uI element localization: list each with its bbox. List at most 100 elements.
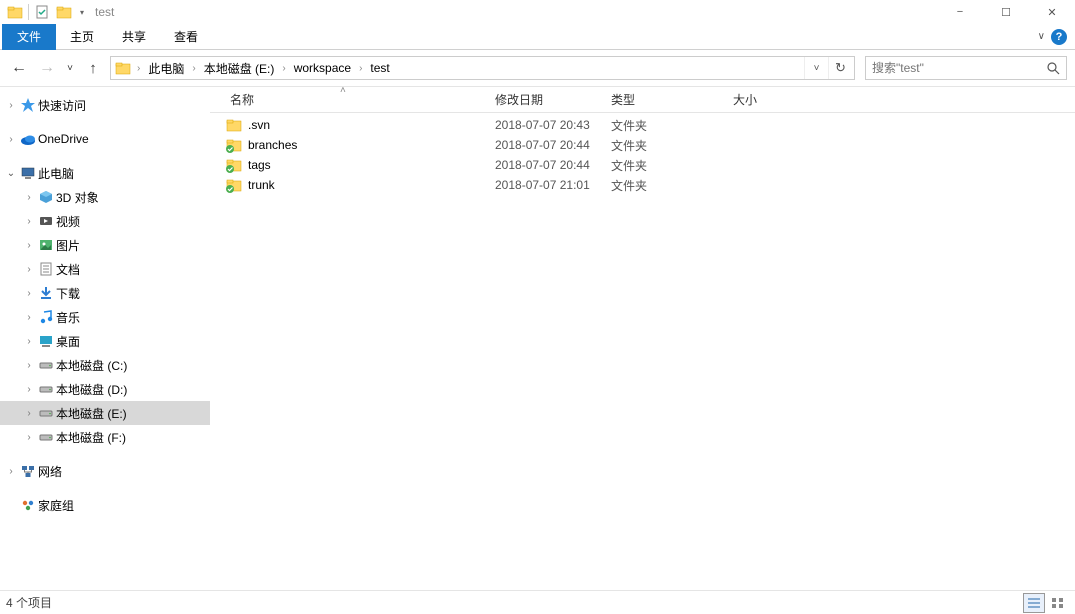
column-header-size[interactable]: 大小 [727, 91, 807, 108]
breadcrumb-item-drive[interactable]: 本地磁盘 (E:) [200, 60, 279, 77]
tree-item[interactable]: › 本地磁盘 (E:) [0, 401, 210, 425]
search-box[interactable] [865, 56, 1067, 80]
file-date: 2018-07-07 21:01 [489, 178, 605, 192]
tree-item-label: 本地磁盘 (E:) [56, 405, 127, 422]
file-row[interactable]: .svn2018-07-07 20:43文件夹 [210, 115, 1075, 135]
folder-icon [224, 177, 244, 193]
tree-item[interactable]: 家庭组 [0, 493, 210, 517]
drive-icon [36, 357, 56, 373]
column-header-date[interactable]: 修改日期 [489, 91, 605, 108]
ribbon-tab-share[interactable]: 共享 [108, 24, 160, 50]
breadcrumb-item-test[interactable]: test [366, 61, 393, 75]
tree-item-label: 图片 [56, 237, 80, 254]
file-row[interactable]: trunk2018-07-07 21:01文件夹 [210, 175, 1075, 195]
tree-item[interactable]: › OneDrive [0, 127, 210, 151]
chevron-right-icon[interactable]: › [4, 134, 18, 145]
refresh-button[interactable]: ↻ [828, 57, 852, 79]
tree-item[interactable]: › 本地磁盘 (D:) [0, 377, 210, 401]
tree-item-label: 桌面 [56, 333, 80, 350]
chevron-right-icon[interactable]: › [22, 432, 36, 443]
address-bar[interactable]: › 此电脑 › 本地磁盘 (E:) › workspace › test ˅ ↻ [110, 56, 855, 80]
breadcrumb-item-workspace[interactable]: workspace [290, 61, 355, 75]
navigation-tree: ›快速访问›OneDrive⌄此电脑›3D 对象›视频›图片›文档›下载›音乐›… [0, 87, 210, 590]
tree-item[interactable]: ›本地磁盘 (F:) [0, 425, 210, 449]
icons-view-button[interactable] [1047, 593, 1069, 613]
title-bar: ▾ test − ☐ ✕ [0, 0, 1075, 24]
breadcrumb-sep-icon[interactable]: › [278, 63, 289, 74]
tree-item[interactable]: › 图片 [0, 233, 210, 257]
properties-icon[interactable] [31, 1, 53, 23]
address-dropdown-icon[interactable]: ˅ [804, 57, 828, 79]
tree-item[interactable]: ⌄ 此电脑 [0, 161, 210, 185]
close-button[interactable]: ✕ [1029, 0, 1075, 24]
file-row[interactable]: tags2018-07-07 20:44文件夹 [210, 155, 1075, 175]
chevron-down-icon[interactable]: ⌄ [4, 168, 18, 179]
tree-item[interactable]: › 视频 [0, 209, 210, 233]
chevron-right-icon[interactable]: › [22, 408, 36, 419]
file-row[interactable]: branches2018-07-07 20:44文件夹 [210, 135, 1075, 155]
ribbon-tab-file[interactable]: 文件 [2, 24, 56, 50]
tree-item[interactable]: ›快速访问 [0, 93, 210, 117]
chevron-right-icon[interactable]: › [4, 466, 18, 477]
up-button[interactable]: ↑ [82, 57, 104, 79]
picture-icon [36, 237, 56, 253]
tree-item[interactable]: ›音乐 [0, 305, 210, 329]
tree-item[interactable]: › 桌面 [0, 329, 210, 353]
chevron-right-icon[interactable]: › [22, 312, 36, 323]
tree-item-label: 此电脑 [38, 165, 74, 182]
folder-icon [224, 137, 244, 153]
chevron-right-icon[interactable]: › [22, 240, 36, 251]
file-name: branches [244, 138, 489, 152]
chevron-right-icon[interactable]: › [22, 336, 36, 347]
chevron-right-icon[interactable]: › [4, 100, 18, 111]
chevron-right-icon[interactable]: › [22, 216, 36, 227]
tree-item-label: OneDrive [38, 132, 89, 146]
minimize-button[interactable]: − [937, 0, 983, 24]
breadcrumb-item-pc[interactable]: 此电脑 [144, 60, 188, 77]
chevron-right-icon[interactable]: › [22, 360, 36, 371]
tree-item-label: 视频 [56, 213, 80, 230]
breadcrumb-sep-icon[interactable]: › [133, 63, 144, 74]
tree-item[interactable]: › 下载 [0, 281, 210, 305]
search-input[interactable] [872, 61, 1047, 75]
folder-icon [224, 117, 244, 133]
tree-item[interactable]: ›3D 对象 [0, 185, 210, 209]
chevron-right-icon[interactable]: › [22, 264, 36, 275]
window-controls: − ☐ ✕ [937, 0, 1075, 24]
column-headers: ˄ 名称 修改日期 类型 大小 [210, 87, 1075, 113]
tree-item-label: 本地磁盘 (D:) [56, 381, 127, 398]
chevron-right-icon[interactable]: › [22, 288, 36, 299]
chevron-right-icon[interactable]: › [22, 384, 36, 395]
quick-access-toolbar: ▾ [4, 1, 89, 23]
breadcrumb-sep-icon[interactable]: › [355, 63, 366, 74]
file-name: tags [244, 158, 489, 172]
drive-icon [36, 429, 56, 445]
tree-item[interactable]: › 本地磁盘 (C:) [0, 353, 210, 377]
ribbon-collapse-icon[interactable]: ∨ [1038, 31, 1045, 42]
breadcrumb-sep-icon[interactable]: › [188, 63, 199, 74]
column-header-type[interactable]: 类型 [605, 91, 727, 108]
search-icon[interactable] [1047, 62, 1060, 75]
file-pane: ˄ 名称 修改日期 类型 大小 .svn2018-07-07 20:43文件夹b… [210, 87, 1075, 590]
forward-button[interactable]: → [36, 57, 58, 79]
details-view-button[interactable] [1023, 593, 1045, 613]
back-button[interactable]: ← [8, 57, 30, 79]
ribbon-tab-view[interactable]: 查看 [160, 24, 212, 50]
help-icon[interactable]: ? [1051, 29, 1067, 45]
music-icon [36, 309, 56, 325]
pc-icon [18, 165, 38, 181]
column-header-name[interactable]: 名称 [224, 91, 489, 108]
tree-item-label: 下载 [56, 285, 80, 302]
tree-item[interactable]: ›文档 [0, 257, 210, 281]
chevron-right-icon[interactable]: › [22, 192, 36, 203]
tree-item-label: 本地磁盘 (C:) [56, 357, 127, 374]
file-date: 2018-07-07 20:44 [489, 158, 605, 172]
maximize-button[interactable]: ☐ [983, 0, 1029, 24]
qat-dropdown-icon[interactable]: ▾ [75, 1, 89, 23]
window-title: test [95, 5, 114, 19]
ribbon-tab-home[interactable]: 主页 [56, 24, 108, 50]
open-folder-icon[interactable] [53, 1, 75, 23]
tree-item[interactable]: ›网络 [0, 459, 210, 483]
homegroup-icon [18, 497, 38, 513]
recent-dropdown-icon[interactable]: ˅ [64, 57, 76, 79]
